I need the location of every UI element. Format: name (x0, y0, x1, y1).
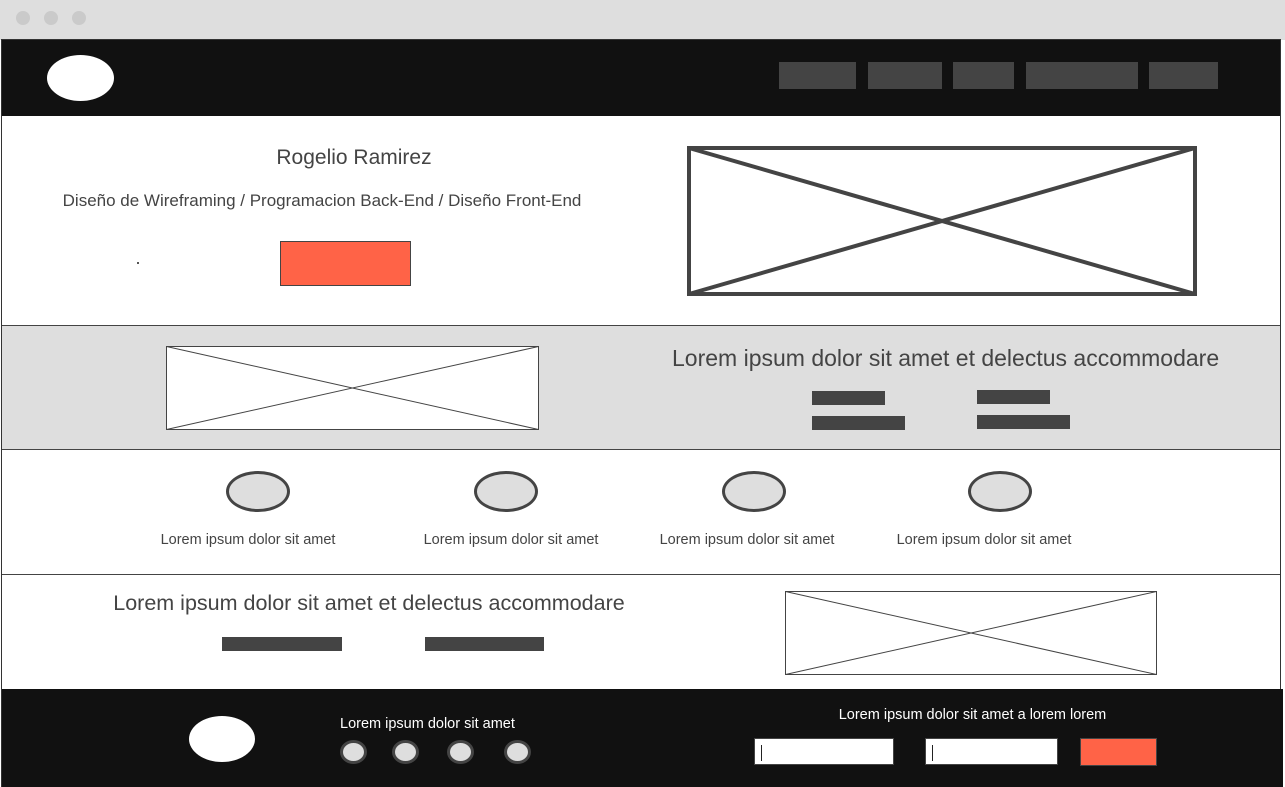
feature-label: Lorem ipsum dolor sit amet (160, 532, 336, 548)
logo-icon[interactable] (47, 55, 114, 101)
footer-logo-icon[interactable] (189, 716, 255, 762)
lower-link-2[interactable] (425, 637, 544, 651)
band-link-2[interactable] (812, 416, 905, 430)
hero-cta-button[interactable] (280, 241, 411, 286)
band-link-4[interactable] (977, 415, 1070, 429)
hero-dot (137, 262, 139, 264)
feature-circle-icon (474, 471, 538, 512)
feature-label: Lorem ipsum dolor sit amet (896, 532, 1072, 548)
nav-item-2[interactable] (868, 62, 942, 89)
social-icon[interactable] (447, 740, 474, 764)
band-title: Lorem ipsum dolor sit amet et delectus a… (672, 345, 1220, 371)
footer-tagline: Lorem ipsum dolor sit amet (340, 716, 515, 732)
feature-circle-icon (722, 471, 786, 512)
social-icon[interactable] (504, 740, 531, 764)
window-zoom-button[interactable] (72, 11, 86, 25)
features-section (2, 451, 1280, 575)
nav-item-4[interactable] (1026, 62, 1138, 89)
nav-item-1[interactable] (779, 62, 856, 89)
footer-form-heading: Lorem ipsum dolor sit amet a lorem lorem (838, 707, 1107, 723)
lower-title: Lorem ipsum dolor sit amet et delectus a… (113, 591, 625, 615)
feature-label: Lorem ipsum dolor sit amet (659, 532, 835, 548)
hero-image-placeholder-icon (687, 146, 1197, 296)
nav-item-5[interactable] (1149, 62, 1218, 89)
window-minimize-button[interactable] (44, 11, 58, 25)
lower-link-1[interactable] (222, 637, 342, 651)
text-caret (932, 745, 933, 761)
feature-circle-icon (226, 471, 290, 512)
hero-subtitle: Diseño de Wireframing / Programacion Bac… (62, 191, 582, 210)
footer-email-input[interactable] (925, 738, 1058, 765)
social-icon[interactable] (392, 740, 419, 764)
band-link-3[interactable] (977, 390, 1050, 404)
feature-circle-icon (968, 471, 1032, 512)
social-icon[interactable] (340, 740, 367, 764)
nav-item-3[interactable] (953, 62, 1014, 89)
footer-submit-button[interactable] (1080, 738, 1157, 766)
text-caret (761, 745, 762, 761)
window-titlebar (0, 0, 1285, 40)
band-image-placeholder-icon (166, 346, 539, 430)
band-link-1[interactable] (812, 391, 885, 405)
hero-name: Rogelio Ramirez (276, 146, 432, 169)
feature-label: Lorem ipsum dolor sit amet (423, 532, 599, 548)
footer-name-input[interactable] (754, 738, 894, 765)
window-close-button[interactable] (16, 11, 30, 25)
lower-image-placeholder-icon (785, 591, 1157, 675)
